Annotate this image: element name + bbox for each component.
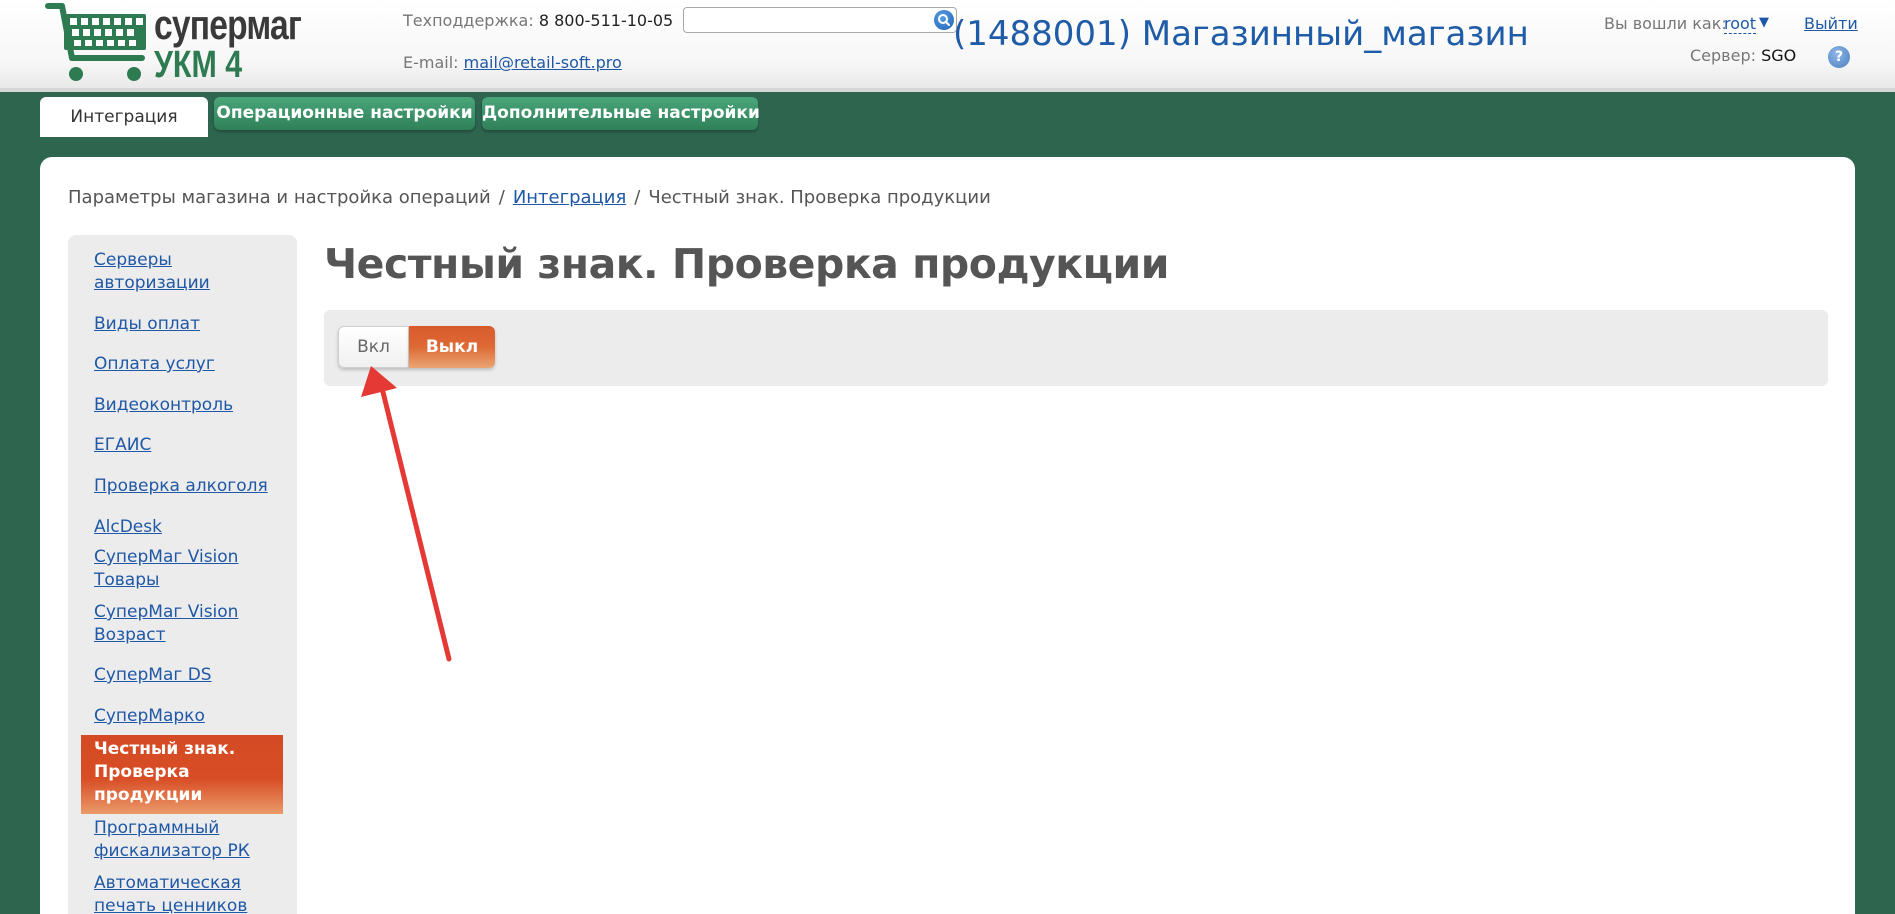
support-phone: 8 800-511-10-05 [538, 11, 674, 30]
sidebar-item-label: Проверка [94, 762, 190, 782]
toggle-off-button[interactable]: Выкл [409, 326, 495, 368]
sidebar-item-vision-age[interactable]: СуперМаг Vision Возраст [94, 601, 284, 647]
sidebar-item-video-control[interactable]: Видеоконтроль [94, 394, 284, 417]
sidebar-item-label: ЕГАИС [94, 435, 152, 455]
breadcrumb-separator: / [634, 187, 641, 208]
sidebar-item-egais[interactable]: ЕГАИС [94, 434, 284, 457]
sidebar-item-software-fiscalizer[interactable]: Программный фискализатор РК [94, 817, 284, 863]
sidebar-item-label: Программный [94, 818, 220, 838]
sidebar-item-payment-types[interactable]: Виды оплат [94, 313, 284, 336]
sidebar-item-label: СуперМаг DS [94, 665, 212, 685]
sidebar-item-label: Оплата услуг [94, 354, 215, 374]
sidebar-item-label: Возраст [94, 625, 166, 645]
sidebar-item-vision-goods[interactable]: СуперМаг Vision Товары [94, 546, 284, 592]
sidebar-item-auto-price-tags[interactable]: Автоматическая печать ценников [94, 872, 284, 914]
sidebar-item-label: СуперМаг Vision [94, 602, 239, 622]
toggle-panel [324, 310, 1828, 386]
sidebar-item-label: Серверы [94, 250, 172, 270]
chevron-down-icon[interactable]: ▼ [1759, 15, 1769, 30]
sidebar-item-label: авторизации [94, 273, 210, 293]
sidebar-item-label: продукции [94, 785, 203, 805]
logo[interactable]: супермаг УКМ 4 [44, 0, 314, 86]
sidebar-item-label: Товары [94, 570, 160, 590]
email-info: E-mail: mail@retail-soft.pro [403, 53, 622, 72]
tab-operational-settings[interactable]: Операционные настройки [214, 97, 475, 130]
sidebar-item-service-payments[interactable]: Оплата услуг [94, 353, 284, 376]
help-icon[interactable]: ? [1828, 46, 1850, 68]
sidebar-item-label: Автоматическая [94, 873, 241, 893]
user-menu[interactable]: root [1724, 14, 1757, 34]
shopping-cart-icon [45, 3, 146, 81]
support-info: Техподдержка: 8 800-511-10-05 [403, 11, 673, 30]
header-bar: супермаг УКМ 4 Техподдержка: 8 800-511-1… [0, 0, 1895, 92]
search-icon[interactable] [934, 10, 954, 30]
sidebar-item-label: Честный знак. [94, 739, 236, 759]
email-link[interactable]: mail@retail-soft.pro [464, 53, 622, 72]
sidebar-item-alcohol-check[interactable]: Проверка алкоголя [94, 475, 284, 498]
sidebar-item-honest-sign[interactable]: Честный знак. Проверка продукции [81, 735, 283, 814]
logo-subtitle: УКМ 4 [154, 44, 243, 86]
breadcrumb-root: Параметры магазина и настройка операций [68, 187, 491, 208]
sidebar-item-supermarko[interactable]: СуперМарко [94, 705, 284, 728]
logout-link[interactable]: Выйти [1804, 14, 1858, 33]
sidebar-item-label: Проверка алкоголя [94, 476, 268, 496]
sidebar-item-label: СуперМарко [94, 706, 205, 726]
server-info: Сервер: SGO [1690, 46, 1796, 65]
sidebar-item-label: Виды оплат [94, 314, 200, 334]
email-label: E-mail: [403, 53, 459, 72]
sidebar-item-label: Видеоконтроль [94, 395, 234, 415]
sidebar-item-auth-servers[interactable]: Серверы авторизации [94, 249, 284, 295]
sidebar-item-supermag-ds[interactable]: СуперМаг DS [94, 664, 284, 687]
server-label: Сервер: [1690, 46, 1756, 65]
sidebar-item-label: фискализатор РК [94, 841, 250, 861]
shop-title: (1488001) Магазинный_магазин [953, 14, 1529, 54]
breadcrumb: Параметры магазина и настройка операций /… [68, 187, 991, 208]
sidebar-item-alcdesk[interactable]: AlcDesk [94, 516, 284, 539]
breadcrumb-separator: / [498, 187, 505, 208]
sidebar-item-label: печать ценников [94, 896, 248, 914]
support-label: Техподдержка: [403, 11, 534, 30]
search-input[interactable] [688, 10, 924, 30]
search-box [683, 7, 957, 33]
sidebar-item-label: AlcDesk [94, 517, 162, 537]
server-value: SGO [1761, 46, 1797, 65]
logo-title: супермаг [154, 1, 302, 48]
toggle-on-button[interactable]: Вкл [338, 326, 409, 368]
login-label: Вы вошли как: [1604, 14, 1727, 33]
tab-additional-settings[interactable]: Дополнительные настройки [482, 97, 760, 130]
tab-integration[interactable]: Интеграция [40, 97, 208, 137]
sidebar-item-label: СуперМаг Vision [94, 547, 239, 567]
breadcrumb-current: Честный знак. Проверка продукции [648, 187, 991, 208]
page-title: Честный знак. Проверка продукции [324, 240, 1169, 288]
breadcrumb-link-integration[interactable]: Интеграция [513, 187, 626, 208]
